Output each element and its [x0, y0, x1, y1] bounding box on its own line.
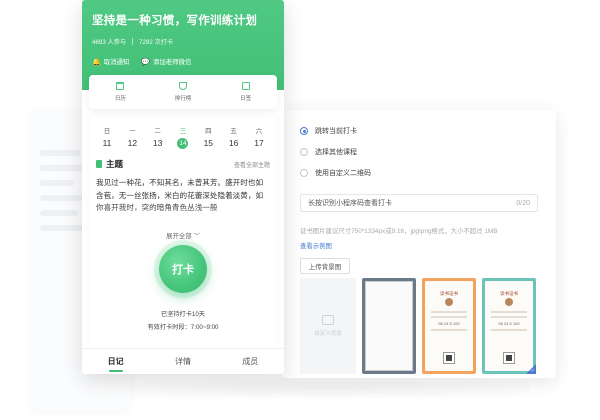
- tab-diary[interactable]: 日记: [82, 349, 149, 374]
- add-teacher-wechat-button[interactable]: 💬 添加老师微信: [141, 57, 192, 67]
- weekday: 三: [179, 128, 187, 135]
- certificate-settings-panel: 跳转当前打卡 选择其他课程 使用自定义二维码 长按识别小程序码查看打卡 0/20…: [282, 110, 556, 378]
- daily-sign-icon: [241, 82, 250, 90]
- option-label: 选择其他课程: [315, 149, 357, 156]
- background-line: [40, 180, 74, 186]
- template-thumb-teal[interactable]: 读书证书 96 24 5 100 ✓: [482, 278, 536, 374]
- bell-icon: 🔔: [92, 58, 101, 66]
- background-line: [40, 150, 80, 156]
- day-cell[interactable]: 一 12: [123, 125, 141, 149]
- thumb-stats: 96 24 5 100: [498, 321, 520, 326]
- thumb-title: 读书证书: [440, 291, 458, 296]
- weekday: 五: [230, 128, 237, 135]
- radio-unselected[interactable]: [300, 148, 308, 156]
- option-other-course[interactable]: 选择其他课程: [300, 143, 538, 161]
- view-all-topics-link[interactable]: 查看全部主题: [234, 160, 270, 169]
- date: 17: [254, 138, 264, 148]
- date: 13: [152, 138, 163, 148]
- avatar: [505, 298, 513, 306]
- menu-label: 日签: [240, 96, 252, 102]
- floor-shadow: [130, 378, 530, 398]
- menu-daily-sign[interactable]: 日签: [214, 75, 277, 109]
- bottom-tab-bar: 日记 详情 成员: [82, 348, 284, 374]
- chevron-down-icon: ﹀: [193, 233, 200, 240]
- radio-unselected[interactable]: [300, 169, 308, 177]
- day-cell[interactable]: 二 13: [149, 125, 167, 149]
- header-actions: 🔔 取消通知 💬 添加老师微信: [92, 57, 274, 67]
- date: 12: [127, 138, 138, 148]
- wechat-icon: 💬: [141, 58, 150, 66]
- weekday: 四: [205, 128, 212, 135]
- upload-background-button[interactable]: 上传背景图: [300, 258, 350, 274]
- day-cell[interactable]: 五 16: [225, 125, 243, 149]
- trophy-icon: [179, 82, 187, 90]
- date: 15: [203, 138, 214, 148]
- day-cell-today[interactable]: 三 14: [174, 125, 192, 149]
- expand-all-button[interactable]: 展开全部 ﹀: [96, 231, 270, 240]
- checkins-count: 7292 次打卡: [139, 39, 174, 46]
- thumb-title: 读书证书: [500, 291, 518, 296]
- qrcode-icon: [443, 352, 455, 364]
- option-label: 跳转当前打卡: [315, 128, 357, 135]
- template-thumb-gray[interactable]: [362, 278, 416, 374]
- checkin-window-text: 有效打卡时段：7:00~9:00: [147, 324, 219, 331]
- topic-icon: [96, 160, 102, 168]
- menu-ranking[interactable]: 排行榜: [152, 75, 215, 109]
- weekday: 二: [154, 128, 161, 135]
- day-cell[interactable]: 日 11: [98, 125, 116, 149]
- thumb-stats: 96 24 5 100: [438, 321, 460, 326]
- action-label: 取消通知: [103, 59, 130, 66]
- calendar-icon: [116, 82, 125, 90]
- day-cell[interactable]: 六 17: [250, 125, 268, 149]
- char-counter: 0/20: [516, 199, 530, 207]
- topic-content: 我见过一种花，不知其名，未曾其芳。盛开时也如含苞，无一丝张扬，米白的花蕾深处隐着…: [96, 177, 270, 227]
- date: 16: [228, 138, 239, 148]
- qrcode-icon: [503, 352, 515, 364]
- participants-count: 4693 人参与: [92, 39, 127, 46]
- background-line: [40, 195, 86, 201]
- option-label: 使用自定义二维码: [315, 170, 371, 177]
- checkin-card: 日 11 一 12 二 13 三 14 四 15 五 16 六 17 主题 查看全部主题 我见…: [89, 117, 277, 349]
- checkin-button[interactable]: 打卡: [159, 245, 207, 293]
- avatar: [445, 298, 453, 306]
- background-thumbnails: 自定义背景 读书证书 96 24 5 100 读书证书 96 24 5 100 …: [300, 278, 536, 374]
- tab-details[interactable]: 详情: [149, 349, 216, 374]
- radio-selected[interactable]: [300, 127, 308, 135]
- template-thumb-orange[interactable]: 读书证书 96 24 5 100: [422, 278, 476, 374]
- expand-label: 展开全部: [166, 233, 192, 240]
- weekday: 六: [255, 128, 263, 135]
- custom-background-thumb[interactable]: 自定义背景: [300, 278, 356, 374]
- cancel-notify-button[interactable]: 🔔 取消通知: [92, 57, 130, 67]
- check-icon: ✓: [530, 368, 535, 374]
- thumb-label: 自定义背景: [314, 331, 342, 337]
- page-title: 坚持是一种习惯，写作训练计划: [92, 15, 258, 27]
- weekday: 一: [129, 128, 136, 135]
- phone-preview: 坚持是一种习惯，写作训练计划 4693 人参与 7292 次打卡 🔔 取消通知 …: [82, 0, 284, 374]
- option-jump-current[interactable]: 跳转当前打卡: [300, 122, 538, 140]
- day-cell[interactable]: 四 15: [199, 125, 217, 149]
- date: 14: [177, 138, 189, 149]
- menu-label: 排行榜: [174, 96, 192, 102]
- qrcode-text-input[interactable]: 长按识别小程序码查看打卡 0/20: [300, 194, 538, 212]
- plan-stats: 4693 人参与 7292 次打卡: [92, 37, 274, 46]
- topic-header: 主题 查看全部主题: [96, 158, 270, 170]
- menu-label: 日历: [114, 96, 126, 102]
- view-sample-link[interactable]: 查看示例图: [300, 241, 538, 250]
- menu-diary[interactable]: 日历: [89, 75, 152, 109]
- streak-text: 已坚持打卡10天: [160, 311, 205, 318]
- tab-members[interactable]: 成员: [217, 349, 284, 374]
- size-hint: 证书图片建议尺寸750*1334px或9:16，jpg\png格式，大小不超过 …: [300, 228, 498, 235]
- topic-title: 主题: [106, 159, 124, 169]
- quick-menu: 日历 排行榜 日签: [89, 75, 277, 109]
- image-icon: [322, 315, 334, 325]
- week-strip: 日 11 一 12 二 13 三 14 四 15 五 16 六 17: [96, 125, 270, 149]
- background-line: [40, 210, 78, 216]
- option-custom-qrcode[interactable]: 使用自定义二维码: [300, 164, 538, 182]
- date: 11: [102, 138, 112, 148]
- input-value: 长按识别小程序码查看打卡: [308, 200, 392, 207]
- action-label: 添加老师微信: [153, 59, 192, 66]
- weekday: 日: [103, 128, 111, 135]
